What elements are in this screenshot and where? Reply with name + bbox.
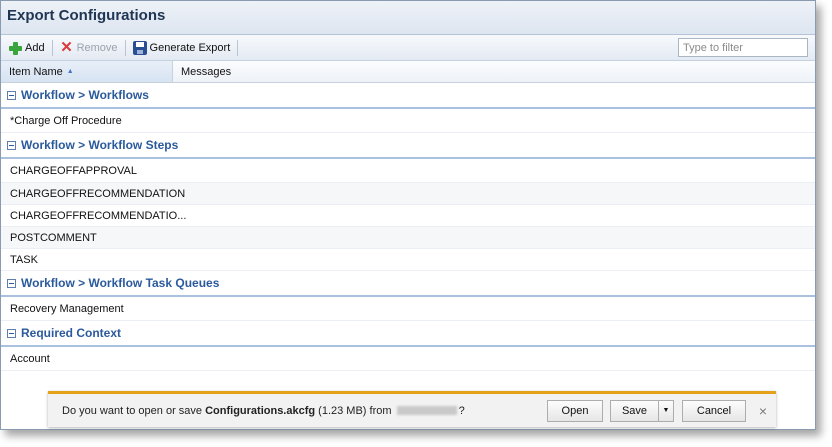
table-row[interactable]: CHARGEOFFAPPROVAL [1, 159, 815, 183]
collapse-icon[interactable] [7, 90, 16, 100]
toolbar-separator [124, 39, 126, 56]
generate-export-button[interactable]: Generate Export [130, 38, 234, 58]
group-title: Required Context [21, 326, 122, 340]
toolbar-separator [237, 39, 239, 56]
collapse-icon[interactable] [7, 140, 16, 150]
sort-ascending-icon: ▲ [66, 68, 74, 75]
table-row[interactable]: *Charge Off Procedure [1, 109, 815, 133]
download-suffix: ? [458, 404, 465, 417]
remove-button[interactable]: ✕ Remove [57, 38, 121, 58]
redacted-host [396, 406, 457, 416]
collapse-icon[interactable] [7, 328, 16, 338]
group-header[interactable]: Workflow > Workflow Task Queues [1, 271, 815, 297]
cancel-button[interactable]: Cancel [682, 399, 746, 422]
close-icon[interactable]: × [756, 403, 770, 419]
group-header[interactable]: Workflow > Workflow Steps [1, 133, 815, 159]
remove-label: Remove [76, 41, 118, 54]
table-row[interactable]: Recovery Management [1, 297, 815, 321]
grid-header: Item Name ▲ Messages [1, 61, 815, 83]
download-filename: Configurations.akcfg [205, 404, 316, 417]
column-header-messages[interactable]: Messages [173, 61, 239, 82]
group-header[interactable]: Workflow > Workflows [1, 83, 815, 109]
plus-icon [8, 41, 22, 55]
save-button[interactable]: Save [610, 399, 658, 422]
download-size: (1.23 MB) [318, 404, 367, 417]
toolbar: Add ✕ Remove Generate Export [1, 35, 815, 61]
table-row[interactable]: CHARGEOFFRECOMMENDATION [1, 183, 815, 205]
column-header-label: Messages [181, 65, 232, 78]
group-header[interactable]: Required Context [1, 321, 815, 347]
group-title: Workflow > Workflow Steps [21, 138, 179, 152]
group-title: Workflow > Workflow Task Queues [21, 276, 220, 290]
group-title: Workflow > Workflows [21, 88, 149, 102]
collapse-icon[interactable] [7, 278, 16, 288]
table-row[interactable]: CHARGEOFFRECOMMENDATIO... [1, 205, 815, 227]
delete-x-icon: ✕ [60, 38, 73, 56]
table-row[interactable]: Account [1, 347, 815, 371]
toolbar-separator [51, 39, 53, 56]
grid-body: Workflow > Workflows *Charge Off Procedu… [1, 83, 815, 371]
save-options-dropdown[interactable]: ▼ [658, 399, 674, 422]
open-button[interactable]: Open [547, 399, 603, 422]
table-row[interactable]: POSTCOMMENT [1, 227, 815, 249]
page-title: Export Configurations [7, 7, 166, 24]
download-prefix: Do you want to open or save [62, 404, 203, 417]
save-disk-icon [132, 40, 147, 55]
download-message: Do you want to open or save Configuratio… [62, 405, 547, 417]
generate-export-label: Generate Export [149, 41, 231, 54]
column-header-label: Item Name [9, 65, 63, 78]
download-from: from [369, 404, 392, 417]
download-notification-bar: Do you want to open or save Configuratio… [48, 391, 776, 427]
table-row[interactable]: TASK [1, 249, 815, 271]
chevron-down-icon: ▼ [662, 407, 670, 414]
add-button[interactable]: Add [5, 38, 48, 58]
filter-input[interactable] [678, 38, 808, 57]
title-bar: Export Configurations [1, 1, 815, 35]
export-configurations-window: Export Configurations Add ✕ Remove Gener… [0, 0, 816, 430]
add-label: Add [25, 41, 45, 54]
column-header-item-name[interactable]: Item Name ▲ [1, 61, 173, 82]
